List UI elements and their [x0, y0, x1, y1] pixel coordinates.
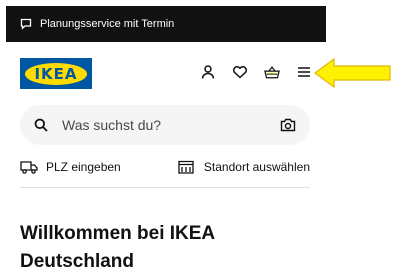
divider: [20, 187, 310, 188]
service-banner-text: Planungsservice mit Termin: [40, 18, 175, 30]
welcome-heading: Willkommen bei IKEA Deutschland: [20, 220, 320, 276]
search-input[interactable]: Was suchst du?: [62, 117, 280, 133]
store-link-label: Standort auswählen: [203, 160, 310, 174]
pointer-arrow-icon: [314, 58, 391, 88]
ikea-logo[interactable]: IKEA: [20, 58, 92, 89]
zip-link-label: PLZ eingeben: [46, 160, 121, 174]
store-link[interactable]: Standort auswählen: [178, 160, 310, 174]
basket-icon[interactable]: [264, 64, 280, 80]
chat-icon: [20, 18, 32, 30]
header-icons: [200, 64, 312, 80]
heart-icon[interactable]: [232, 64, 248, 80]
camera-icon[interactable]: [280, 117, 296, 133]
zip-link[interactable]: PLZ eingeben: [20, 160, 121, 174]
welcome-line-1: Willkommen bei IKEA: [20, 223, 216, 244]
logo-text: IKEA: [25, 62, 87, 85]
store-icon: [178, 160, 196, 174]
user-icon[interactable]: [200, 64, 216, 80]
menu-icon[interactable]: [296, 64, 312, 80]
search-bar[interactable]: Was suchst du?: [20, 105, 310, 145]
search-icon: [34, 118, 48, 132]
site-header: IKEA: [20, 58, 312, 90]
service-banner[interactable]: Planungsservice mit Termin: [6, 6, 326, 42]
location-links: PLZ eingeben Standort auswählen: [20, 157, 310, 177]
truck-icon: [20, 160, 38, 174]
welcome-line-2: Deutschland: [20, 251, 135, 272]
